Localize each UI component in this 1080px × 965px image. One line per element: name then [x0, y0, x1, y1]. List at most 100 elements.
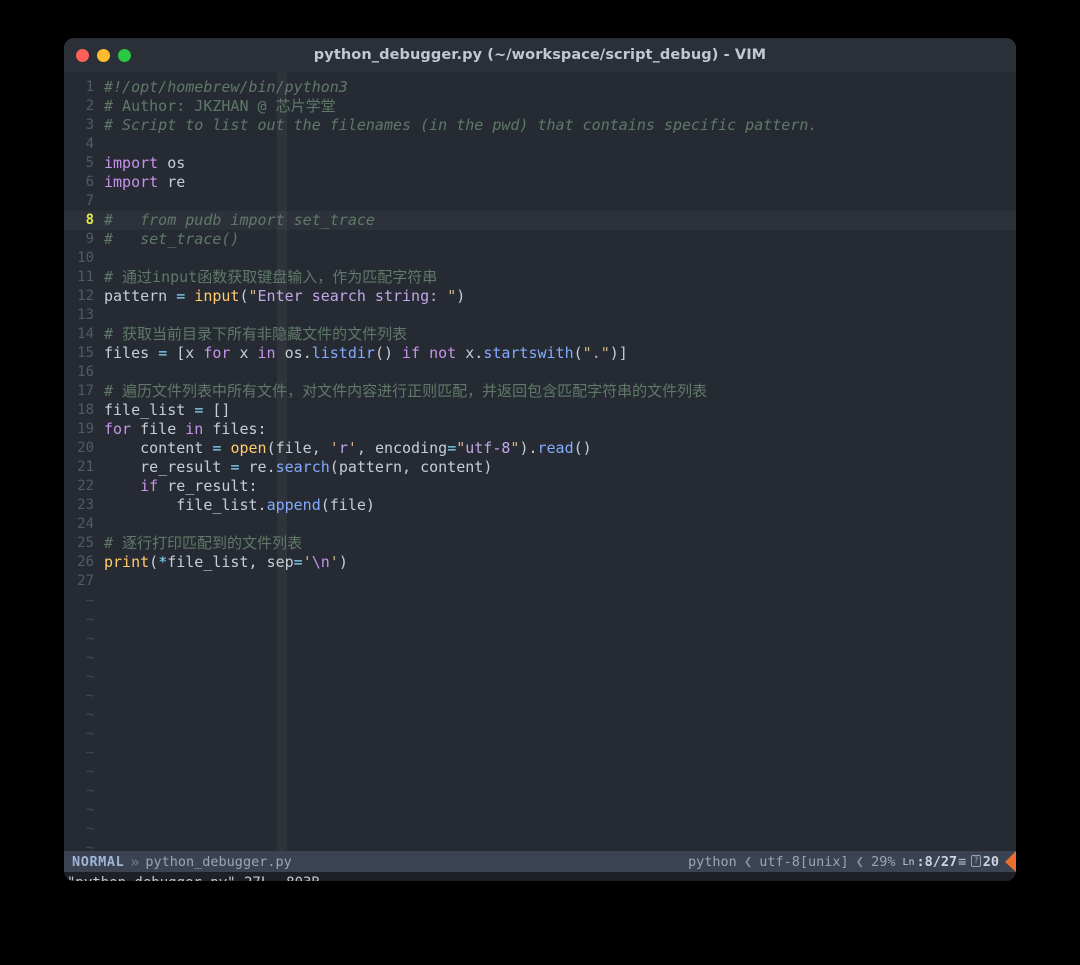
filler-line: ~ — [64, 667, 1016, 686]
line-text: if re_result: — [140, 477, 258, 495]
code-line: 26 print(*file_list, sep='\n') — [64, 553, 1016, 572]
line-number: 18 — [77, 402, 94, 418]
line-number: 4 — [85, 136, 94, 152]
line-text: # from pudb import set_trace — [104, 211, 375, 229]
filler-line: ~ — [64, 800, 1016, 819]
line-text: file_list.append(file) — [176, 496, 375, 514]
filler-line: ~ — [64, 610, 1016, 629]
code-line: 21 re_result = re.search(pattern, conten… — [64, 458, 1016, 477]
filler-tilde: ~ — [85, 725, 94, 742]
line-text: re_result = re.search(pattern, content) — [140, 458, 493, 476]
status-line-position: :8/27 — [916, 853, 958, 870]
filler-tilde: ~ — [85, 592, 94, 609]
screen: python_debugger.py (~/workspace/script_d… — [0, 0, 1080, 965]
code-buffer[interactable]: 1 #!/opt/homebrew/bin/python3 2 # Author: J… — [64, 72, 1016, 591]
code-line: 15 files = [x for x in os.listdir() if no… — [64, 344, 1016, 363]
window-titlebar: python_debugger.py (~/workspace/script_d… — [64, 38, 1016, 72]
line-number: 8 — [85, 212, 94, 228]
line-number: 15 — [77, 345, 94, 361]
line-text: pattern = input("Enter search string: ") — [104, 287, 466, 305]
line-number: 24 — [77, 516, 94, 532]
filler-tilde: ~ — [85, 820, 94, 837]
line-number: 3 — [85, 117, 94, 133]
status-filetype: python — [688, 853, 737, 870]
line-number: 23 — [77, 497, 94, 513]
filler-tilde: ~ — [85, 801, 94, 818]
status-encoding: utf-8[unix] — [759, 853, 849, 870]
close-button-icon[interactable] — [76, 48, 89, 62]
code-line: 25 # 逐行打印匹配到的文件列表 — [64, 534, 1016, 553]
line-text: # 获取当前目录下所有非隐藏文件的文件列表 — [104, 325, 408, 343]
column-icon: ? — [971, 854, 981, 867]
line-text: #!/opt/homebrew/bin/python3 — [104, 78, 348, 96]
empty-line-fillers: ~~~~~~~~~~~~~~~ — [64, 591, 1016, 852]
line-text: # 通过input函数获取键盘输入，作为匹配字符串 — [104, 268, 438, 286]
line-number: 10 — [77, 250, 94, 266]
status-filename: python_debugger.py — [145, 853, 292, 870]
filler-line: ~ — [64, 705, 1016, 724]
message-text: "python_debugger.py" 27L, 803B — [67, 875, 320, 881]
filler-tilde: ~ — [85, 744, 94, 761]
code-line: 1 #!/opt/homebrew/bin/python3 — [64, 78, 1016, 97]
code-line: 13 — [64, 306, 1016, 325]
status-mode: NORMAL — [72, 853, 125, 870]
zoom-button-icon[interactable] — [118, 48, 131, 62]
code-line: 3 # Script to list out the filenames (in … — [64, 116, 1016, 135]
line-number: 12 — [77, 288, 94, 304]
chevron-right-icon: » — [130, 852, 140, 871]
filler-tilde: ~ — [85, 782, 94, 799]
traffic-lights — [76, 38, 131, 72]
code-line: 5 import os — [64, 154, 1016, 173]
minimize-button-icon[interactable] — [97, 48, 110, 62]
code-line: 10 — [64, 249, 1016, 268]
code-line: 27 — [64, 572, 1016, 591]
line-number: 14 — [77, 326, 94, 342]
filler-line: ~ — [64, 629, 1016, 648]
editor-area[interactable]: 1 #!/opt/homebrew/bin/python3 2 # Author: J… — [64, 72, 1016, 851]
filler-line: ~ — [64, 819, 1016, 838]
line-number: 20 — [77, 440, 94, 456]
line-number: 5 — [85, 155, 94, 171]
line-number: 25 — [77, 535, 94, 551]
filler-tilde: ~ — [85, 839, 94, 852]
filler-tilde: ~ — [85, 630, 94, 647]
line-text: file_list = [] — [104, 401, 231, 419]
line-text: import re — [104, 173, 186, 191]
line-text: # Author: JKZHAN @ 芯片学堂 — [104, 97, 336, 115]
filler-line: ~ — [64, 724, 1016, 743]
line-number: 27 — [77, 573, 94, 589]
chevron-left-icon-1: ❮ — [743, 853, 753, 870]
code-line: 24 — [64, 515, 1016, 534]
line-text: # 遍历文件列表中所有文件，对文件内容进行正则匹配，并返回包含匹配字符串的文件列… — [104, 382, 708, 400]
window-title: python_debugger.py (~/workspace/script_d… — [313, 47, 767, 63]
vim-message-line: "python_debugger.py" 27L, 803B — [64, 872, 1016, 881]
line-number: 1 — [85, 79, 94, 95]
code-line: 9 # set_trace() — [64, 230, 1016, 249]
vim-statusline: NORMAL » python_debugger.py python ❮ utf… — [64, 851, 1016, 872]
code-line: 23 file_list.append(file) — [64, 496, 1016, 515]
filler-line: ~ — [64, 743, 1016, 762]
code-line: 16 — [64, 363, 1016, 382]
filler-line: ~ — [64, 762, 1016, 781]
filler-tilde: ~ — [85, 668, 94, 685]
filler-line: ~ — [64, 838, 1016, 852]
line-text: # 逐行打印匹配到的文件列表 — [104, 534, 303, 552]
filler-line: ~ — [64, 686, 1016, 705]
line-text: # set_trace() — [104, 230, 240, 248]
line-number: 22 — [77, 478, 94, 494]
line-text: for file in files: — [104, 420, 267, 438]
line-number-icon: Ln — [902, 857, 915, 868]
code-line: 22 if re_result: — [64, 477, 1016, 496]
line-text: files = [x for x in os.listdir() if not … — [104, 344, 628, 362]
filler-line: ~ — [64, 781, 1016, 800]
line-text: # Script to list out the filenames (in t… — [104, 116, 818, 134]
status-percent: 29% — [871, 853, 896, 870]
vim-window: python_debugger.py (~/workspace/script_d… — [64, 38, 1016, 881]
code-line: 11 # 通过input函数获取键盘输入，作为匹配字符串 — [64, 268, 1016, 287]
filler-tilde: ~ — [85, 706, 94, 723]
filler-tilde: ~ — [85, 611, 94, 628]
line-number: 9 — [85, 231, 94, 247]
line-number: 6 — [85, 174, 94, 190]
line-number: 2 — [85, 98, 94, 114]
line-text: print(*file_list, sep='\n') — [104, 553, 348, 571]
